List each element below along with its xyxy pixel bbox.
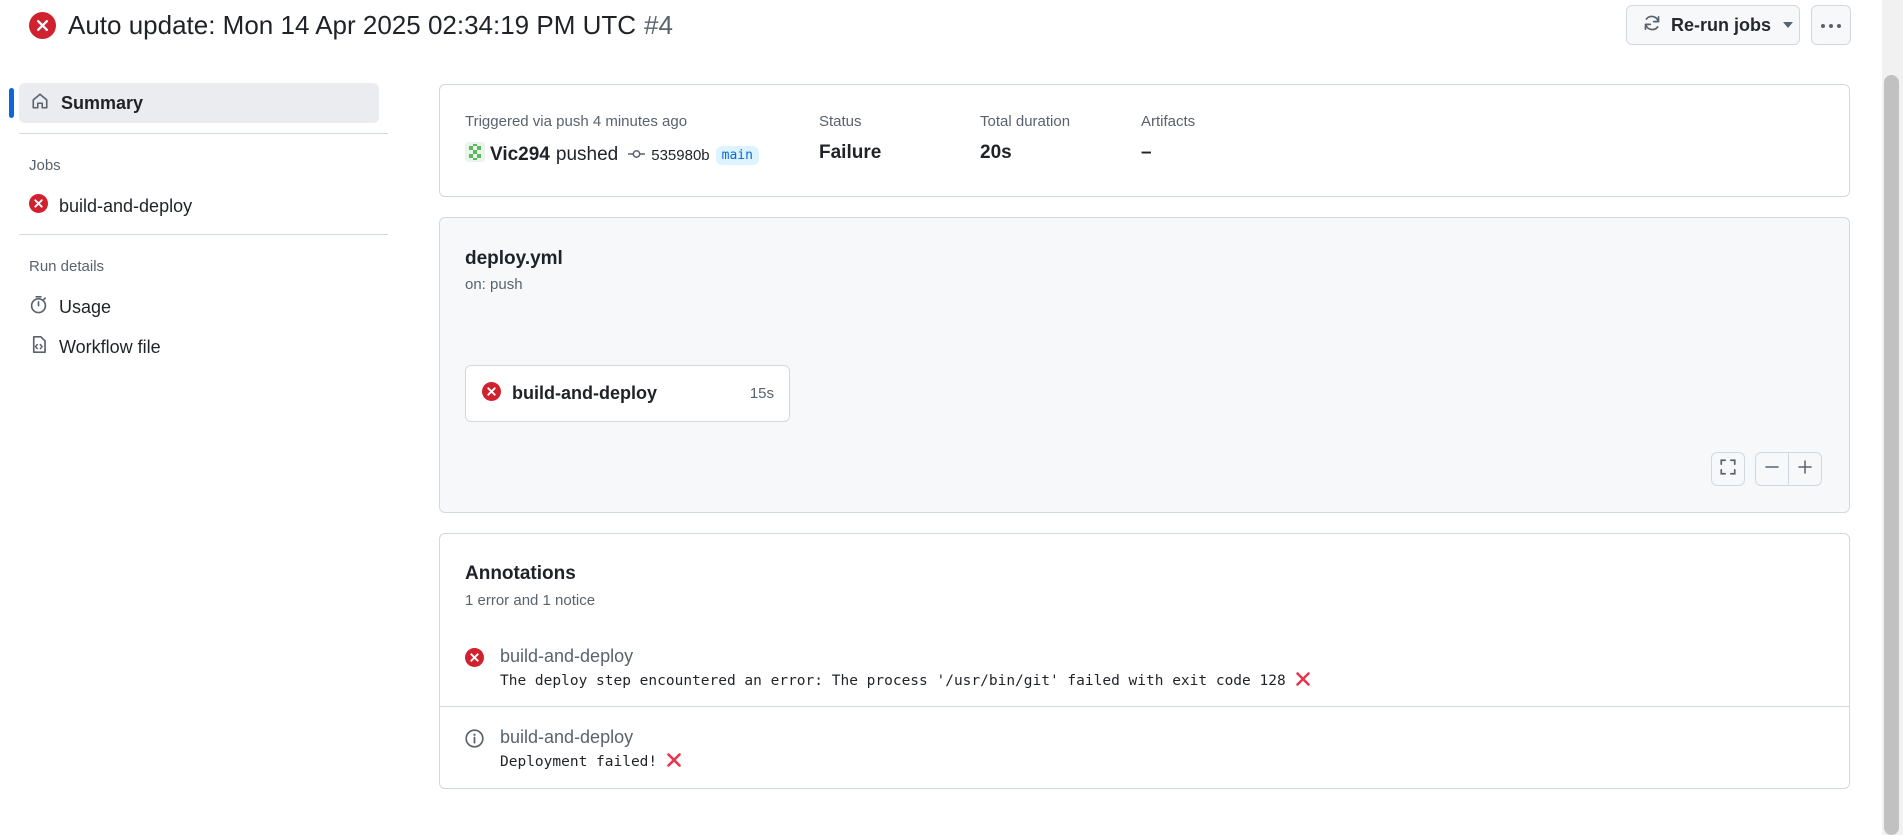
failure-status-icon	[29, 11, 56, 39]
info-icon	[465, 729, 484, 753]
annotation-message: Deployment failed!	[500, 754, 658, 770]
failure-icon	[465, 648, 484, 672]
kebab-horizontal-icon	[1820, 16, 1842, 34]
annotation-job-link[interactable]: build-and-deploy	[500, 727, 633, 748]
active-indicator	[9, 88, 14, 118]
run-summary-card: Triggered via push 4 minutes ago Vic294 …	[439, 84, 1850, 197]
commit-link[interactable]: 535980b	[628, 146, 710, 164]
more-options-button[interactable]	[1811, 5, 1851, 45]
duration-column: Total duration 20s	[980, 113, 1070, 164]
artifacts-label: Artifacts	[1141, 113, 1196, 130]
duration-value: 20s	[980, 142, 1012, 163]
job-name: build-and-deploy	[512, 383, 657, 403]
status-column: Status Failure	[819, 113, 881, 164]
zoom-in-button[interactable]	[1788, 452, 1822, 486]
annotations-subtitle: 1 error and 1 notice	[465, 592, 596, 609]
divider	[19, 133, 388, 134]
job-duration: 15s	[749, 385, 774, 402]
sidebar-item-label: Workflow file	[59, 336, 161, 357]
sidebar-item-summary[interactable]: Summary	[19, 83, 379, 123]
scrollbar-thumb[interactable]	[1884, 75, 1899, 835]
failure-icon	[482, 381, 501, 406]
dash-icon	[1764, 459, 1780, 480]
annotation-job-link[interactable]: build-and-deploy	[500, 646, 633, 667]
page-scrollbar[interactable]	[1882, 0, 1903, 835]
fullscreen-button[interactable]	[1711, 452, 1745, 486]
annotation-message-row: The deploy step encountered an error: Th…	[500, 671, 1311, 691]
run-number: #4	[644, 9, 673, 40]
sidebar-item-label: Summary	[61, 92, 144, 113]
sidebar-item-workflow-file[interactable]: Workflow file	[29, 333, 161, 361]
commit-sha: 535980b	[651, 146, 710, 164]
job-node-build-and-deploy[interactable]: build-and-deploy 15s	[465, 365, 790, 422]
sidebar-item-build-and-deploy[interactable]: build-and-deploy	[29, 192, 192, 220]
plus-icon	[1797, 459, 1813, 480]
rerun-jobs-label: Re-run jobs	[1671, 14, 1772, 35]
page-title: Auto update: Mon 14 Apr 2025 02:34:19 PM…	[68, 9, 637, 40]
branch-badge[interactable]: main	[715, 145, 759, 165]
artifacts-value: –	[1141, 142, 1152, 163]
git-commit-icon	[628, 147, 646, 164]
status-label: Status	[819, 113, 862, 130]
artifacts-column: Artifacts –	[1141, 113, 1195, 164]
run-details-heading: Run details	[29, 258, 105, 275]
screen-full-icon	[1719, 458, 1737, 481]
home-icon	[31, 92, 49, 115]
failure-icon	[29, 194, 48, 218]
sidebar-item-usage[interactable]: Usage	[29, 293, 111, 321]
cross-mark-icon	[1295, 671, 1311, 691]
duration-label: Total duration	[980, 113, 1071, 130]
annotation-message: The deploy step encountered an error: Th…	[500, 673, 1286, 689]
sync-icon	[1643, 14, 1661, 37]
chevron-down-icon	[1783, 22, 1794, 28]
annotations-card: Annotations 1 error and 1 notice build-a…	[439, 533, 1850, 789]
sidebar-item-label: Usage	[59, 296, 112, 317]
divider	[19, 234, 388, 235]
annotations-title: Annotations	[465, 563, 576, 584]
sidebar-item-label: build-and-deploy	[59, 195, 193, 216]
workflow-trigger: on: push	[465, 276, 523, 293]
pushed-text: pushed	[555, 144, 619, 165]
workflow-file-name: deploy.yml	[465, 248, 563, 269]
status-value: Failure	[819, 142, 882, 163]
trigger-text: Triggered via push 4 minutes ago	[465, 113, 688, 130]
cross-mark-icon	[666, 752, 682, 772]
run-header: Auto update: Mon 14 Apr 2025 02:34:19 PM…	[29, 8, 673, 42]
push-info: Vic294 pushed 535980b main	[465, 142, 759, 168]
annotation-message-row: Deployment failed!	[500, 752, 682, 772]
stopwatch-icon	[29, 295, 48, 319]
file-code-icon	[29, 335, 48, 359]
divider	[440, 706, 1849, 707]
jobs-heading: Jobs	[29, 157, 61, 174]
user-link[interactable]: Vic294	[490, 144, 550, 166]
zoom-out-button[interactable]	[1755, 452, 1789, 486]
trigger-column: Triggered via push 4 minutes ago Vic294 …	[465, 113, 759, 168]
avatar[interactable]	[465, 142, 485, 168]
workflow-graph-card: deploy.yml on: push build-and-deploy 15s	[439, 217, 1850, 513]
rerun-jobs-button[interactable]: Re-run jobs	[1626, 5, 1800, 45]
